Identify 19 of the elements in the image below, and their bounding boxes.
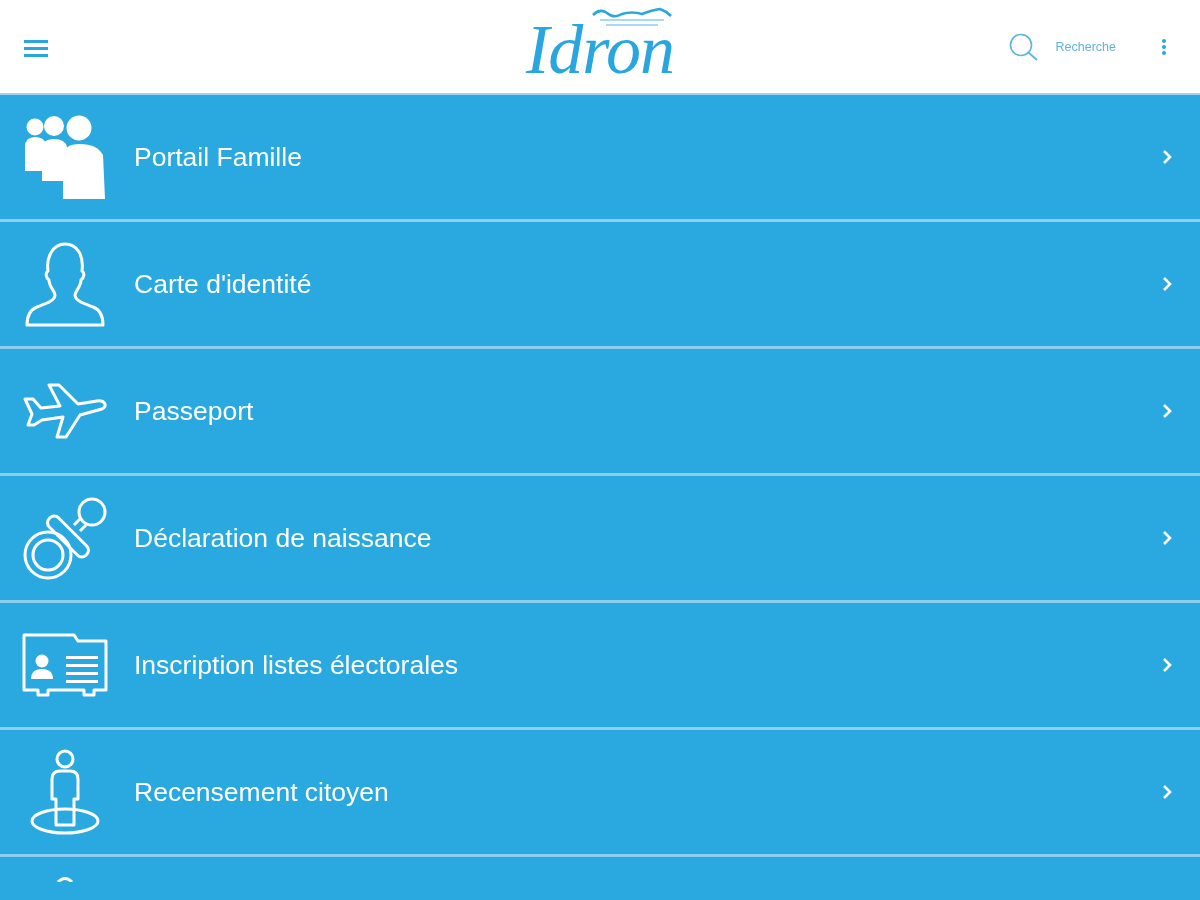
search-button[interactable]: Recherche [1008, 32, 1116, 61]
chevron-right-icon [1162, 784, 1172, 800]
logo: Idron [518, 8, 682, 85]
airplane-icon [22, 382, 108, 440]
menu-icon [24, 40, 48, 57]
more-options-icon[interactable] [1162, 38, 1166, 55]
person-standing-icon [29, 749, 101, 835]
chevron-right-icon [1162, 403, 1172, 419]
chevron-right-icon [1162, 657, 1172, 673]
arc-icon [56, 876, 74, 882]
chevron-right-icon [1162, 530, 1172, 546]
chevron-right-icon [1162, 276, 1172, 292]
user-outline-icon [25, 241, 105, 327]
id-card-icon [22, 632, 108, 698]
search-icon [1008, 32, 1038, 61]
people-icon [25, 115, 105, 199]
pacifier-icon [22, 495, 108, 581]
menu-button[interactable] [24, 40, 48, 57]
chevron-right-icon [1162, 149, 1172, 165]
